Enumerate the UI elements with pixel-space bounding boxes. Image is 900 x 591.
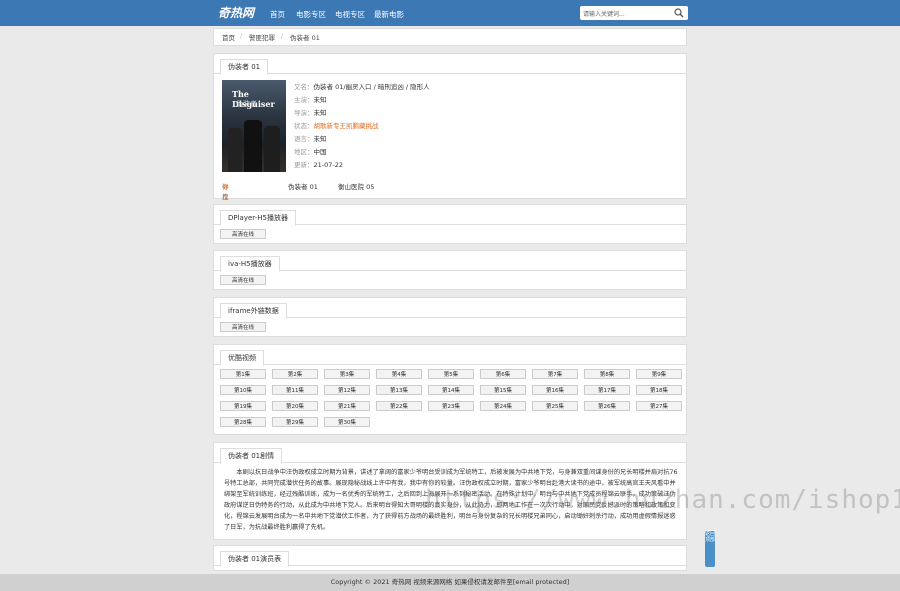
tab-player[interactable]: iva-H5播放器 [220, 256, 280, 272]
episode-button[interactable]: 第26集 [584, 401, 630, 411]
episode-button[interactable]: 第8集 [584, 369, 630, 379]
info-row: 更新：21-07-22 [294, 161, 344, 169]
player-panel: iframe外链数据 高清在线 [213, 297, 687, 337]
related-item[interactable]: 伪装者 01 [288, 181, 318, 191]
episode-button[interactable]: 第21集 [324, 401, 370, 411]
tab-detail[interactable]: 伪装者 01 [220, 59, 269, 75]
episode-button[interactable]: 第10集 [220, 385, 266, 395]
cast-panel: 伪装者 01演员表 [213, 545, 687, 571]
episode-button[interactable]: 第19集 [220, 401, 266, 411]
episode-button[interactable]: 第28集 [220, 417, 266, 427]
nav-tv[interactable]: 电视专区 [335, 9, 365, 20]
play-button[interactable]: 高清在线 [220, 322, 266, 332]
episode-button[interactable]: 第9集 [636, 369, 682, 379]
footer: Copyright © 2021 奇热网 视频来源网络 如果侵权请发邮件至[em… [0, 574, 900, 591]
episode-button[interactable]: 第22集 [376, 401, 422, 411]
poster-figure [244, 120, 262, 172]
nav-latest[interactable]: 最新电影 [374, 9, 404, 20]
episode-button[interactable]: 第7集 [532, 369, 578, 379]
related-link[interactable]: 寻找 [222, 181, 229, 201]
nav-movies[interactable]: 电影专区 [296, 9, 326, 20]
episode-button[interactable]: 第1集 [220, 369, 266, 379]
info-row: 语言：未知 [294, 135, 327, 143]
episode-button[interactable]: 第30集 [324, 417, 370, 427]
poster-title-cn: 伪装者 [236, 100, 257, 108]
episode-button[interactable]: 第17集 [584, 385, 630, 395]
info-row: 主演：未知 [294, 96, 327, 104]
episode-button[interactable]: 第20集 [272, 401, 318, 411]
related-item[interactable]: 衡山医院 05 [338, 181, 374, 191]
search-input[interactable]: 请输入关键词... [580, 6, 688, 20]
tab-player[interactable]: iframe外链数据 [220, 303, 287, 319]
poster-figure [264, 126, 280, 172]
episode-button[interactable]: 第24集 [480, 401, 526, 411]
poster-figure [228, 128, 242, 172]
search-placeholder: 请输入关键词... [583, 11, 625, 18]
episode-button[interactable]: 第4集 [376, 369, 422, 379]
tab-cast[interactable]: 伪装者 01演员表 [220, 551, 290, 567]
episodes-panel: 优酷视频 第1集 第2集 第3集 第4集 第5集 第6集 第7集 第8集 第9集第10集 第11集… [213, 344, 687, 435]
player-panel: iva-H5播放器 高清在线 [213, 250, 687, 290]
detail-panel: 伪装者 01 The Disguiser 伪装者 又名：伪装者 01/幽灵入口 … [213, 53, 687, 231]
info-row: 状态：胡歌新专王凯鹏藏挑战 [294, 122, 379, 130]
breadcrumb-separator: / [281, 32, 284, 40]
episode-button[interactable]: 第27集 [636, 401, 682, 411]
episode-button[interactable]: 第11集 [272, 385, 318, 395]
play-button[interactable]: 高清在线 [220, 229, 266, 239]
top-navbar: 奇热网 首页 电影专区 电视专区 最新电影 请输入关键词... [0, 0, 900, 26]
episode-button[interactable]: 第18集 [636, 385, 682, 395]
tab-episodes[interactable]: 优酷视频 [220, 350, 264, 366]
info-row: 地区：中国 [294, 148, 327, 156]
episode-button[interactable]: 第6集 [480, 369, 526, 379]
breadcrumb [213, 28, 687, 46]
watermark: https://www.huzhan.com/ishop15931 [425, 485, 900, 515]
episode-button[interactable]: 第29集 [272, 417, 318, 427]
episode-button[interactable]: 第12集 [324, 385, 370, 395]
breadcrumb-category[interactable]: 警匪犯罪 [249, 32, 275, 42]
player-panel: DPlayer-H5播放器 高清在线 [213, 204, 687, 244]
related-label: 你是否也在寻找: [222, 181, 229, 231]
episode-button[interactable]: 第5集 [428, 369, 474, 379]
poster-image[interactable]: The Disguiser 伪装者 [222, 80, 286, 172]
info-row: 导演：未知 [294, 109, 327, 117]
back-to-top-button[interactable]: 返回顶部 [705, 531, 715, 567]
breadcrumb-home[interactable]: 首页 [222, 32, 235, 42]
episode-button[interactable]: 第23集 [428, 401, 474, 411]
info-row: 又名：伪装者 01/幽灵入口 / 暗刑追凶 / 隐形人 [294, 83, 430, 91]
breadcrumb-separator: / [240, 32, 243, 40]
episode-button[interactable]: 第14集 [428, 385, 474, 395]
episode-button[interactable]: 第13集 [376, 385, 422, 395]
tab-plot[interactable]: 伪装者 01剧情 [220, 448, 283, 464]
play-button[interactable]: 高清在线 [220, 275, 266, 285]
episode-button[interactable]: 第2集 [272, 369, 318, 379]
nav-home[interactable]: 首页 [270, 9, 285, 20]
episode-button[interactable]: 第25集 [532, 401, 578, 411]
search-icon[interactable] [674, 8, 684, 18]
breadcrumb-current: 伪装者 01 [290, 34, 320, 42]
site-logo[interactable]: 奇热网 [218, 4, 254, 21]
episode-button[interactable]: 第15集 [480, 385, 526, 395]
episode-button[interactable]: 第3集 [324, 369, 370, 379]
tab-player[interactable]: DPlayer-H5播放器 [220, 210, 296, 226]
episode-button[interactable]: 第16集 [532, 385, 578, 395]
